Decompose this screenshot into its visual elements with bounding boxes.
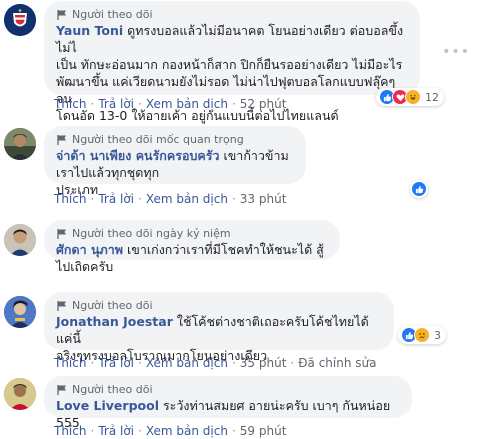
haha-icon (405, 89, 421, 105)
flag-icon (57, 134, 66, 145)
commenter-name[interactable]: จ่าด้า นาเพียง คนรักครอบครัว (56, 148, 220, 163)
separator: · (231, 97, 236, 111)
reply-link[interactable]: Trả lời (98, 424, 134, 438)
translate-link[interactable]: Xem bản dịch (146, 97, 228, 111)
reply-link[interactable]: Trả lời (98, 356, 134, 370)
flag-icon (57, 228, 66, 239)
flag-icon (57, 384, 66, 395)
comment-actions: Thích · Trả lời · Xem bản dịch · 52 phút (54, 97, 286, 111)
avatar[interactable] (4, 296, 36, 328)
reaction-summary[interactable]: 3 (398, 326, 446, 344)
comment-bubble: Người theo dõi Jonathan Joestar ใช้โค้ชต… (44, 292, 394, 363)
comment-2: Người theo dõi mốc quan trọng จ่าด้า นาเ… (0, 122, 480, 212)
separator: · (138, 424, 142, 438)
avatar[interactable] (4, 128, 36, 160)
comment-bubble: Người theo dõi Love Liverpool ระวังท่านส… (44, 376, 412, 430)
comment-bubble: Người theo dõi ngày kỷ niệm ศักดา นุภาพ … (44, 220, 340, 274)
commenter-name[interactable]: Love Liverpool (56, 398, 159, 413)
translate-link[interactable]: Xem bản dịch (146, 424, 228, 438)
comment-3: Người theo dõi ngày kỷ niệm ศักดา นุภาพ … (0, 218, 480, 284)
comment-bubble: Người theo dõi mốc quan trọng จ่าด้า นาเ… (44, 126, 306, 197)
separator: · (90, 97, 95, 111)
reaction-summary[interactable]: 12 (376, 88, 444, 106)
comment-actions: Thích · Trả lời · Xem bản dịch · 35 phút… (54, 356, 376, 370)
team-crest-icon (4, 4, 36, 36)
reaction-summary[interactable] (410, 180, 428, 198)
edited-label[interactable]: Đã chỉnh sửa (298, 356, 376, 370)
timestamp[interactable]: 33 phút (240, 192, 287, 206)
profile-photo-icon (4, 128, 36, 160)
avatar[interactable] (4, 4, 36, 36)
comment-text: ศักดา นุภาพ เขาเก่งกว่าเราที่มีโชคทำให้ช… (56, 241, 328, 275)
separator: · (231, 356, 236, 370)
separator: · (231, 424, 236, 438)
badge-label: Người theo dõi (72, 8, 153, 21)
comment-1: Người theo dõi Yaun Toni ดูทรงบอลแล้วไม่… (0, 0, 480, 123)
separator: · (138, 97, 142, 111)
translate-link[interactable]: Xem bản dịch (146, 192, 228, 206)
comment-actions: Thích · Trả lời · Xem bản dịch · 59 phút (54, 424, 286, 438)
separator: · (90, 356, 95, 370)
flag-icon (57, 300, 66, 311)
timestamp[interactable]: 35 phút (240, 356, 287, 370)
reply-link[interactable]: Trả lời (98, 97, 134, 111)
avatar[interactable] (4, 378, 36, 410)
comment-text: จ่าด้า นาเพียง คนรักครอบครัว เขาก้าวข้าม… (56, 147, 294, 198)
avatar[interactable] (4, 224, 36, 256)
profile-photo-icon (4, 296, 36, 328)
badge-line: Người theo dõi ngày kỷ niệm (56, 226, 328, 241)
translate-link[interactable]: Xem bản dịch (146, 356, 228, 370)
commenter-name[interactable]: Yaun Toni (56, 23, 123, 38)
reply-link[interactable]: Trả lời (98, 192, 134, 206)
separator: · (138, 192, 142, 206)
reaction-count: 3 (434, 328, 441, 342)
flag-icon (57, 9, 66, 20)
badge-line: Người theo dõi (56, 298, 382, 313)
more-options-icon[interactable]: ••• (442, 44, 470, 60)
separator: · (138, 356, 142, 370)
sad-icon (414, 327, 430, 343)
comment-4: Người theo dõi Jonathan Joestar ใช้โค้ชต… (0, 290, 480, 370)
timestamp[interactable]: 59 phút (240, 424, 287, 438)
profile-photo-icon (4, 378, 36, 410)
comment-5: Người theo dõi Love Liverpool ระวังท่านส… (0, 376, 480, 439)
badge-line: Người theo dõi (56, 7, 408, 22)
like-link[interactable]: Thích (54, 97, 86, 111)
separator: · (90, 424, 95, 438)
badge-label: Người theo dõi (72, 299, 153, 312)
separator: · (231, 192, 236, 206)
like-link[interactable]: Thích (54, 192, 86, 206)
like-icon (411, 181, 427, 197)
badge-label: Người theo dõi ngày kỷ niệm (72, 227, 231, 240)
badge-label: Người theo dõi (72, 383, 153, 396)
comment-line: เป็น ทักษะอ่อนมาก กองหน้าก็สาก ปิกก็ยืนร… (56, 57, 403, 72)
badge-line: Người theo dõi (56, 382, 400, 397)
badge-label: Người theo dõi mốc quan trọng (72, 133, 244, 146)
separator: · (90, 192, 95, 206)
comment-actions: Thích · Trả lời · Xem bản dịch · 33 phút (54, 192, 286, 206)
separator: · (290, 356, 295, 370)
commenter-name[interactable]: ศักดา นุภาพ (56, 242, 123, 257)
timestamp[interactable]: 52 phút (240, 97, 287, 111)
comment-bubble: Người theo dõi Yaun Toni ดูทรงบอลแล้วไม่… (44, 1, 420, 123)
profile-photo-icon (4, 224, 36, 256)
reaction-count: 12 (425, 90, 439, 104)
badge-line: Người theo dõi mốc quan trọng (56, 132, 294, 147)
commenter-name[interactable]: Jonathan Joestar (56, 314, 173, 329)
like-link[interactable]: Thích (54, 356, 86, 370)
like-link[interactable]: Thích (54, 424, 86, 438)
